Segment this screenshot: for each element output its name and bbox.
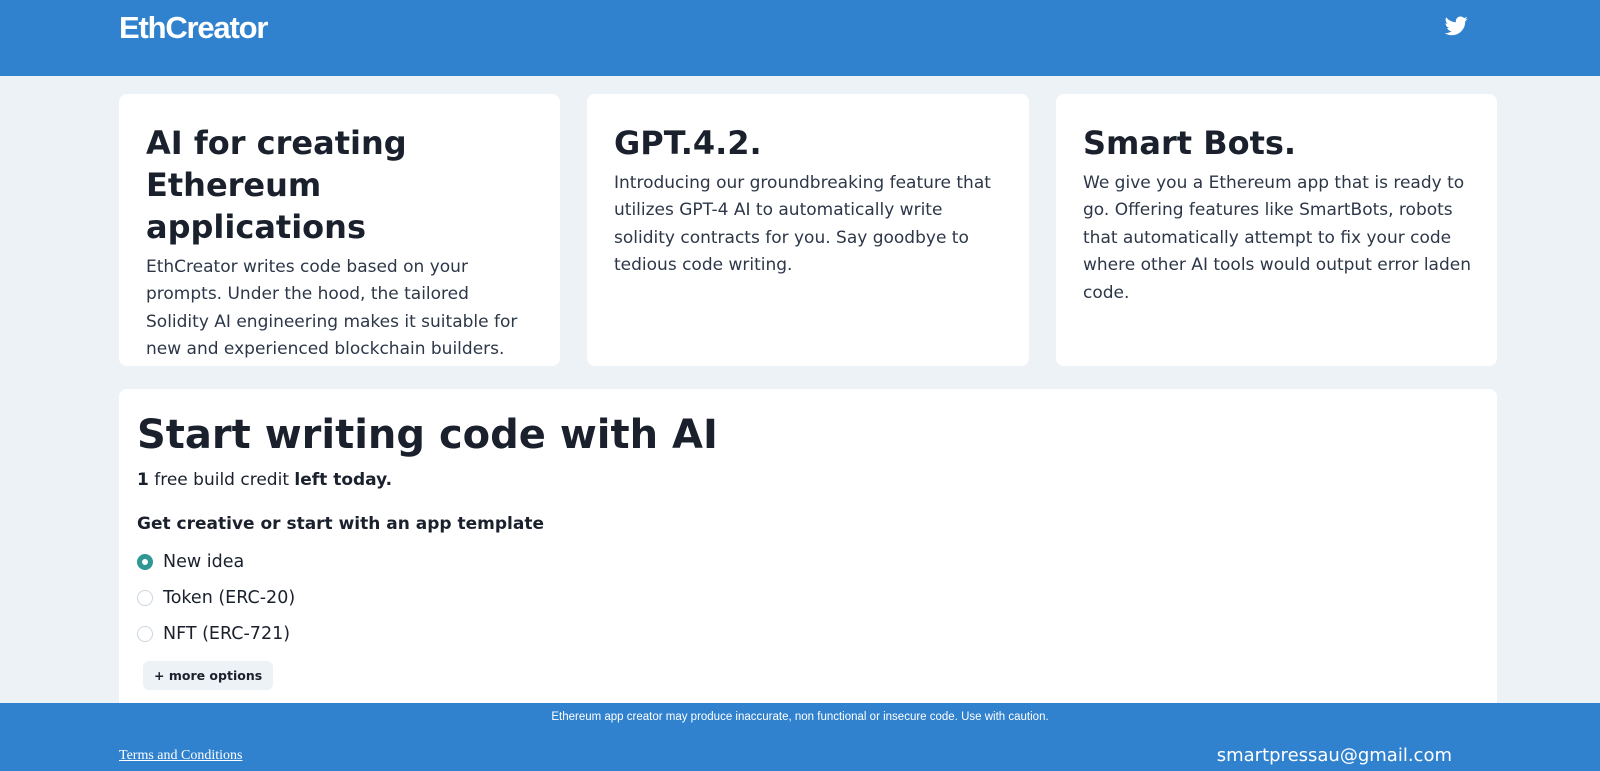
contact-email: smartpressau@gmail.com	[1216, 745, 1452, 766]
feature-text: Introducing our groundbreaking feature t…	[614, 173, 991, 276]
radio-label: Token (ERC-20)	[163, 588, 296, 608]
radio-unselected-icon[interactable]	[137, 590, 153, 606]
radio-option-new-idea[interactable]: New idea	[137, 544, 1479, 580]
more-options-button[interactable]: + more options	[143, 661, 274, 690]
feature-title: Smart Bots.	[1083, 124, 1297, 162]
template-radio-group: New idea Token (ERC-20) NFT (ERC-721)	[137, 544, 1479, 652]
feature-card-ai: AI for creating Ethereum applications Et…	[119, 94, 560, 366]
template-label: Get creative or start with an app templa…	[137, 514, 544, 534]
header-bar: EthCreator	[0, 0, 1600, 76]
footer-bar: Ethereum app creator may produce inaccur…	[0, 703, 1600, 771]
feature-text: We give you a Ethereum app that is ready…	[1083, 173, 1472, 303]
radio-option-nft[interactable]: NFT (ERC-721)	[137, 616, 1479, 652]
disclaimer-text: Ethereum app creator may produce inaccur…	[551, 711, 1049, 723]
page-title: Start writing code with AI	[137, 412, 718, 458]
radio-label: NFT (ERC-721)	[163, 624, 291, 644]
credit-status: 1 free build credit left today.	[137, 468, 1479, 492]
radio-label: New idea	[163, 552, 245, 572]
terms-link[interactable]: Terms and Conditions	[119, 748, 242, 764]
credit-count: 1	[137, 470, 149, 490]
twitter-icon[interactable]	[1445, 16, 1468, 36]
credit-middle: free build credit	[154, 470, 289, 490]
radio-option-token[interactable]: Token (ERC-20)	[137, 580, 1479, 616]
feature-title: GPT.4.2.	[614, 124, 762, 162]
credit-suffix: left today.	[294, 470, 393, 490]
feature-title: AI for creating Ethereum applications	[146, 124, 407, 246]
radio-unselected-icon[interactable]	[137, 626, 153, 642]
feature-text: EthCreator writes code based on your pro…	[146, 257, 518, 360]
radio-selected-icon[interactable]	[137, 554, 153, 570]
feature-card-smart-bots: Smart Bots. We give you a Ethereum app t…	[1056, 94, 1497, 366]
feature-card-gpt: GPT.4.2. Introducing our groundbreaking …	[587, 94, 1029, 366]
logo[interactable]: EthCreator	[119, 10, 268, 46]
